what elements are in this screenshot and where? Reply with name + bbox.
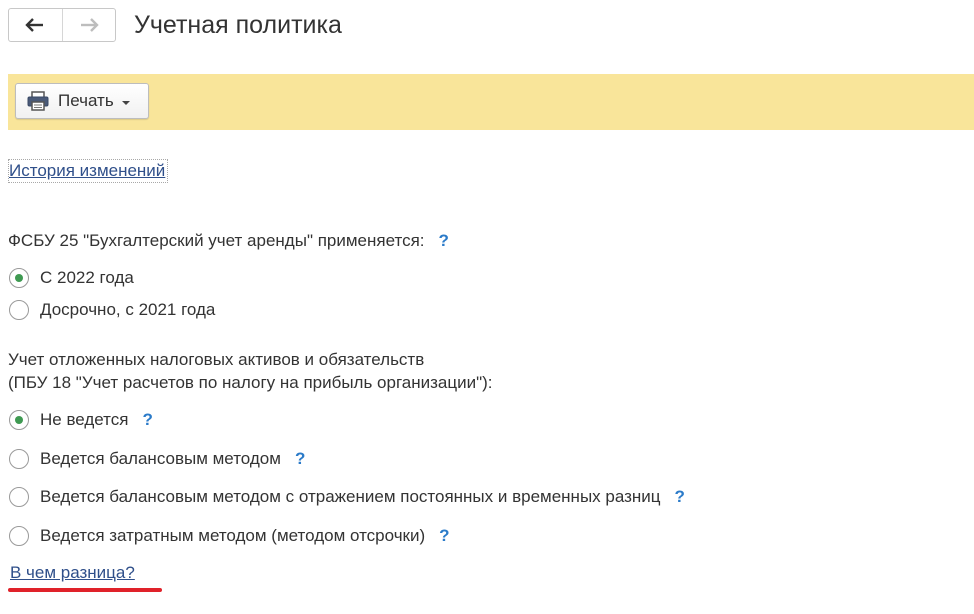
radio-label: Ведется балансовым методом с отражением … <box>40 487 661 506</box>
radio-pbu18-deferral[interactable]: Ведется затратным методом (методом отсро… <box>9 525 450 547</box>
radio-label: С 2022 года <box>40 268 134 287</box>
help-icon[interactable]: ? <box>675 487 685 507</box>
radio-pbu18-not-kept[interactable]: Не ведется ? <box>9 409 153 431</box>
help-icon[interactable]: ? <box>143 410 153 430</box>
annotation-underline <box>8 588 162 592</box>
difference-link[interactable]: В чем разница? <box>10 562 135 584</box>
print-button-label: Печать <box>58 91 114 110</box>
page-title: Учетная политика <box>134 11 342 39</box>
fsbu25-label-text: ФСБУ 25 "Бухгалтерский учет аренды" прим… <box>8 231 425 250</box>
radio-dot <box>15 416 23 424</box>
radio-button-checked[interactable] <box>9 268 29 288</box>
page: Учетная политика Печать История изменени… <box>0 0 974 614</box>
command-bar: Печать <box>8 74 974 130</box>
help-icon[interactable]: ? <box>439 526 449 546</box>
radio-pbu18-balance[interactable]: Ведется балансовым методом ? <box>9 448 305 470</box>
radio-button[interactable] <box>9 526 29 546</box>
history-link[interactable]: История изменений <box>8 159 169 183</box>
fsbu25-help-icon[interactable]: ? <box>439 231 449 250</box>
radio-fsbu25-2021[interactable]: Досрочно, с 2021 года <box>9 299 215 321</box>
printer-icon <box>27 91 49 111</box>
pbu18-label-line1: Учет отложенных налоговых активов и обяз… <box>8 350 425 369</box>
fsbu25-label: ФСБУ 25 "Бухгалтерский учет аренды" прим… <box>8 230 449 252</box>
help-icon[interactable]: ? <box>295 449 305 469</box>
pbu18-label-line2: (ПБУ 18 "Учет расчетов по налогу на приб… <box>8 373 493 392</box>
back-button[interactable] <box>9 9 63 41</box>
radio-button-checked[interactable] <box>9 410 29 430</box>
nav-buttons <box>8 8 116 42</box>
radio-fsbu25-2022[interactable]: С 2022 года <box>9 267 134 289</box>
radio-dot <box>15 274 23 282</box>
radio-label: Ведется затратным методом (методом отсро… <box>40 526 426 545</box>
arrow-right-icon <box>80 18 99 32</box>
radio-button[interactable] <box>9 487 29 507</box>
radio-pbu18-balance-differences[interactable]: Ведется балансовым методом с отражением … <box>9 486 685 508</box>
radio-label: Ведется балансовым методом <box>40 449 281 468</box>
forward-button[interactable] <box>63 9 116 41</box>
arrow-left-icon <box>25 18 44 32</box>
caret-down-icon <box>121 100 130 105</box>
radio-button[interactable] <box>9 449 29 469</box>
print-button[interactable]: Печать <box>15 83 149 119</box>
radio-label: Досрочно, с 2021 года <box>40 300 216 319</box>
radio-label: Не ведется <box>40 410 129 429</box>
radio-button[interactable] <box>9 300 29 320</box>
